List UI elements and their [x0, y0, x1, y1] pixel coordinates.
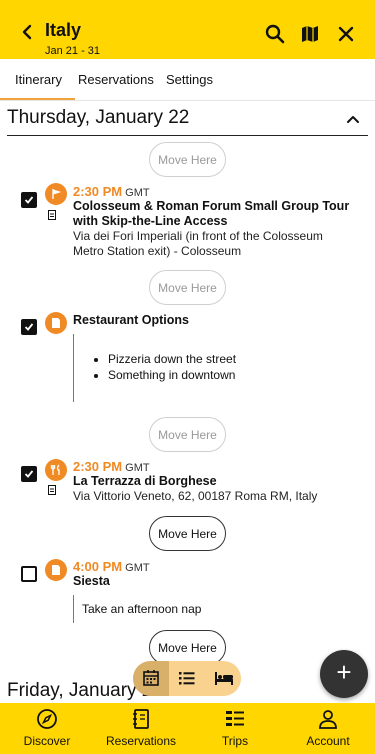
person-icon [319, 710, 337, 729]
move-here-button[interactable]: Move Here [149, 270, 226, 305]
item-name-line: with Skip-the-Line Access [73, 214, 228, 228]
timezone: GMT [125, 562, 150, 574]
item-checkbox[interactable] [21, 192, 37, 208]
time-value: 4:00 PM [73, 559, 123, 574]
nav-label: Trips [221, 734, 249, 748]
time-value: 2:30 PM [73, 459, 123, 474]
timezone: GMT [125, 187, 150, 199]
bed-icon [215, 672, 233, 685]
item-name[interactable]: Siesta [73, 574, 110, 589]
nav-label: Discover [23, 734, 71, 748]
item-name[interactable]: Restaurant Options [73, 313, 189, 328]
note-bullet: Pizzeria down the street [108, 351, 236, 367]
document-icon [48, 485, 56, 495]
item-checkbox[interactable] [21, 319, 37, 335]
item-notes: Take an afternoon nap [73, 595, 201, 623]
nav-reservations[interactable]: Reservations [94, 708, 188, 748]
item-name[interactable]: La Terrazza di Borghese [73, 474, 217, 489]
add-item-button[interactable]: + [320, 650, 368, 698]
address-line: Metro Station exit) - Colosseum [73, 244, 242, 258]
tab-itinerary[interactable]: Itinerary [15, 72, 62, 87]
move-here-button[interactable]: Move Here [149, 142, 226, 177]
nav-label: Account [306, 734, 350, 748]
item-name[interactable]: Colosseum & Roman Forum Small Group Tour… [73, 199, 349, 229]
day-title: Thursday, January 22 [7, 107, 190, 128]
move-here-button[interactable]: Move Here [149, 417, 226, 452]
check-icon [24, 470, 34, 478]
timezone: GMT [125, 462, 150, 474]
check-icon [24, 323, 34, 331]
list-icon [179, 672, 195, 685]
reservation-book-icon [133, 709, 149, 729]
note-text: Take an afternoon nap [82, 602, 202, 616]
nav-trips[interactable]: Trips [188, 708, 282, 748]
chevron-up-icon[interactable] [346, 112, 360, 126]
item-name-line: Colosseum & Roman Forum Small Group Tour [73, 199, 350, 213]
check-icon [24, 196, 34, 204]
app-header: Italy Jan 21 - 31 [0, 0, 375, 59]
day-title: Friday, January 2 [7, 680, 153, 701]
document-icon [48, 210, 56, 220]
trip-dates: Jan 21 - 31 [45, 45, 101, 57]
view-toggle [133, 661, 241, 696]
note-bullet: Something in downtown [108, 367, 236, 383]
close-icon[interactable] [334, 22, 358, 46]
tab-reservations[interactable]: Reservations [78, 72, 154, 87]
note-category-icon [45, 312, 67, 334]
list-view-button[interactable] [169, 661, 205, 696]
day-header[interactable]: Thursday, January 22 [7, 106, 368, 136]
trip-title: Italy [45, 20, 82, 40]
item-checkbox[interactable] [21, 566, 37, 582]
flag-category-icon [45, 183, 67, 205]
note-category-icon [45, 559, 67, 581]
plus-icon: + [336, 657, 352, 687]
calendar-view-button[interactable] [133, 661, 169, 696]
nav-label: Reservations [105, 734, 177, 748]
bottom-navigation: Discover Reservations Trips Account [0, 703, 375, 754]
item-time: 2:30 PM GMT [73, 459, 150, 474]
trips-list-icon [226, 711, 244, 726]
active-tab-indicator [0, 98, 75, 100]
move-here-button[interactable]: Move Here [149, 516, 226, 551]
search-icon[interactable] [263, 22, 287, 46]
calendar-icon [143, 670, 159, 686]
address-line: Via dei Fori Imperiali (in front of the … [73, 229, 323, 243]
lodging-view-button[interactable] [205, 661, 241, 696]
map-icon[interactable] [298, 22, 322, 46]
item-time: 2:30 PM GMT [73, 184, 150, 199]
item-address: Via Vittorio Veneto, 62, 00187 Roma RM, … [73, 489, 318, 503]
item-notes: Pizzeria down the street Something in do… [73, 334, 236, 402]
restaurant-category-icon [45, 459, 67, 481]
move-here-button[interactable]: Move Here [149, 630, 226, 665]
item-address: Via dei Fori Imperiali (in front of the … [73, 229, 323, 259]
nav-account[interactable]: Account [281, 708, 375, 748]
back-arrow-icon[interactable] [18, 20, 36, 44]
item-time: 4:00 PM GMT [73, 559, 150, 574]
time-value: 2:30 PM [73, 184, 123, 199]
tab-settings[interactable]: Settings [166, 72, 213, 87]
compass-icon [37, 709, 57, 729]
nav-discover[interactable]: Discover [0, 708, 94, 748]
trip-tabs: Itinerary Reservations Settings [0, 59, 375, 101]
item-checkbox[interactable] [21, 466, 37, 482]
